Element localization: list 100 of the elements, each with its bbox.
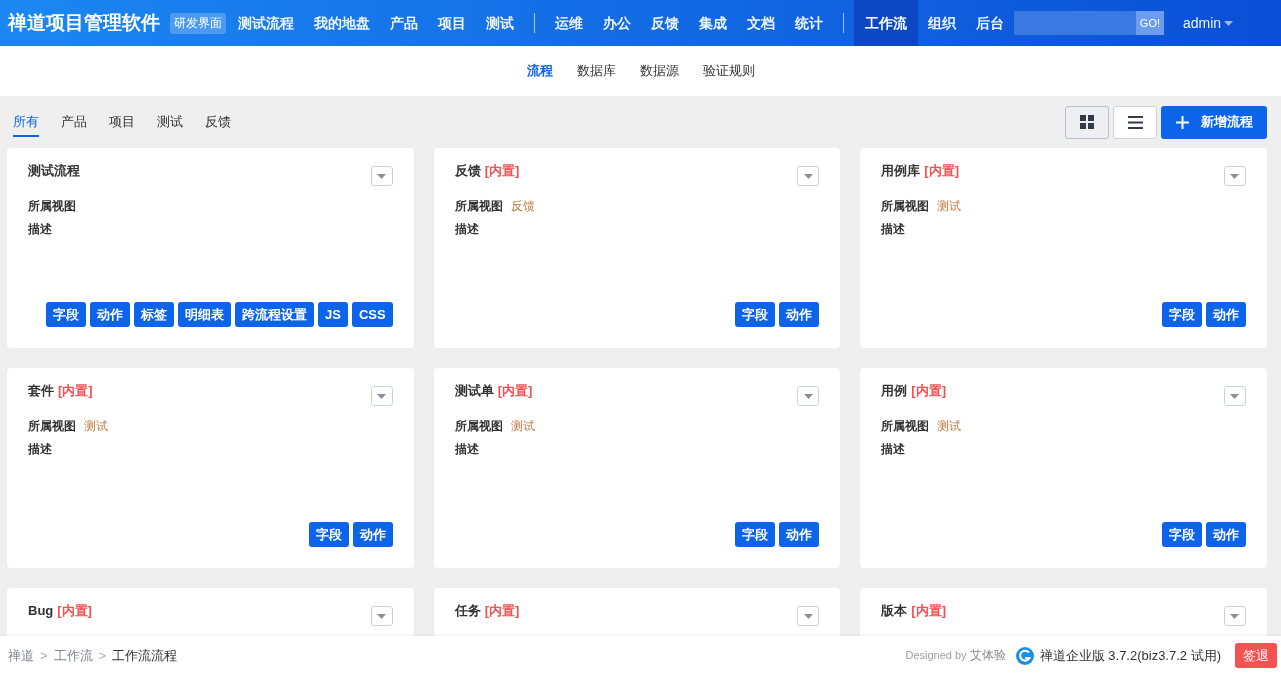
action-button[interactable]: 动作 [779,522,820,547]
dropdown-button[interactable] [370,386,393,406]
card-title: 测试流程 [28,162,80,180]
field-label: 描述 [454,441,479,458]
subnav-tab[interactable]: 数据库 [576,62,616,80]
search-button[interactable]: GO! [1135,11,1164,35]
filter-tab[interactable]: 产品 [61,107,87,137]
dropdown-button[interactable] [370,606,393,626]
logo-icon [1015,646,1034,665]
nav-item[interactable]: 工作流 [854,0,918,46]
caret-icon [803,173,813,179]
menu-icon [1127,115,1143,129]
plus-icon [1176,115,1189,129]
dropdown-button[interactable] [1224,386,1246,406]
nav-item[interactable]: 文档 [737,0,785,46]
caret-icon [1230,393,1240,399]
action-button[interactable]: 字段 [46,302,86,327]
nav-item[interactable]: 运维 [545,0,593,46]
breadcrumb-separator: > [98,648,107,663]
card-title: 套件 [内置] [28,382,93,400]
interface-badge[interactable]: 研发界面 [170,12,226,34]
action-button[interactable]: 动作 [1206,522,1246,547]
grid-view-button[interactable] [1065,105,1109,139]
card-title: 版本 [内置] [881,602,946,620]
dropdown-button[interactable] [370,166,393,186]
field-label: 所属视图 [881,198,930,215]
action-button[interactable]: 明细表 [178,302,231,327]
action-button[interactable]: 字段 [735,302,776,327]
add-flow-button[interactable]: 新增流程 [1161,105,1267,139]
search-field[interactable]: GO! [1014,11,1164,35]
nav-item[interactable]: 集成 [689,0,737,46]
nav-item[interactable]: 测试 [476,0,524,46]
breadcrumb-link[interactable]: 禅道 [8,646,34,665]
filter-tab[interactable]: 所有 [13,107,39,137]
action-button[interactable]: 字段 [735,522,776,547]
nav-item[interactable]: 反馈 [641,0,689,46]
field-label: 所属视图 [454,418,503,435]
field-label: 所属视图 [454,198,503,215]
filter-tab[interactable]: 反馈 [205,107,231,137]
field-label: 描述 [454,221,479,238]
view-value: 反馈 [510,198,535,215]
logout-button[interactable]: 签退 [1235,643,1277,668]
action-button[interactable]: 动作 [352,522,393,547]
action-button[interactable]: CSS [351,302,393,327]
caret-icon [377,173,387,179]
caret-icon [377,393,387,399]
dropdown-button[interactable] [797,166,820,186]
view-value: 测试 [937,418,962,435]
view-value: 测试 [510,418,535,435]
caret-icon [803,393,813,399]
breadcrumb-link[interactable]: 工作流 [53,646,93,665]
field-label: 描述 [28,441,52,458]
action-button[interactable]: JS [318,302,348,327]
action-button[interactable]: 动作 [1206,302,1246,327]
card-title: 用例 [内置] [881,382,946,400]
action-button[interactable]: 动作 [90,302,130,327]
caret-icon [377,613,387,619]
action-button[interactable]: 动作 [779,302,820,327]
subnav-tab[interactable]: 数据源 [639,62,679,80]
nav-item[interactable]: 统计 [785,0,833,46]
dropdown-button[interactable] [797,386,820,406]
field-label: 所属视图 [28,198,76,215]
nav-item[interactable]: 产品 [380,0,428,46]
nav-item[interactable]: 办公 [593,0,641,46]
view-value: 测试 [937,198,962,215]
subnav-tab[interactable]: 流程 [526,62,553,80]
list-view-button[interactable] [1113,105,1157,139]
field-label: 描述 [28,221,52,238]
filter-tab[interactable]: 测试 [157,107,183,137]
nav-item[interactable]: 我的地盘 [304,0,380,46]
field-label: 描述 [881,441,906,458]
grid-icon [1080,115,1094,129]
nav-item[interactable]: 测试流程 [228,0,304,46]
breadcrumb-separator: > [40,648,48,663]
user-menu[interactable]: admin [1183,15,1234,31]
nav-item[interactable]: 后台 [966,0,1014,46]
action-button[interactable]: 标签 [134,302,174,327]
card-title: 任务 [内置] [454,602,520,620]
field-label: 所属视图 [28,418,76,435]
filter-tab[interactable]: 项目 [109,107,135,137]
view-value: 测试 [84,418,108,435]
designed-by-text: Designed by 艾体验 [905,647,1006,664]
nav-item[interactable]: 项目 [428,0,476,46]
action-button[interactable]: 字段 [1162,302,1202,327]
nav-item[interactable]: 组织 [918,0,966,46]
version-link[interactable]: 禅道企业版 3.7.2(biz3.7.2 试用) [1039,646,1221,665]
field-label: 描述 [881,221,906,238]
brand-title: 禅道项目管理软件 [8,11,160,35]
dropdown-button[interactable] [1224,166,1246,186]
subnav-tab[interactable]: 验证规则 [702,62,755,80]
caret-icon [1230,613,1240,619]
caret-icon [1224,20,1234,26]
action-button[interactable]: 跨流程设置 [235,302,314,327]
action-button[interactable]: 字段 [308,522,349,547]
caret-icon [803,613,813,619]
action-button[interactable]: 字段 [1162,522,1202,547]
dropdown-button[interactable] [1224,606,1246,626]
dropdown-button[interactable] [797,606,820,626]
breadcrumb-link[interactable]: 工作流流程 [112,646,178,665]
card-title: Bug [内置] [28,602,92,620]
